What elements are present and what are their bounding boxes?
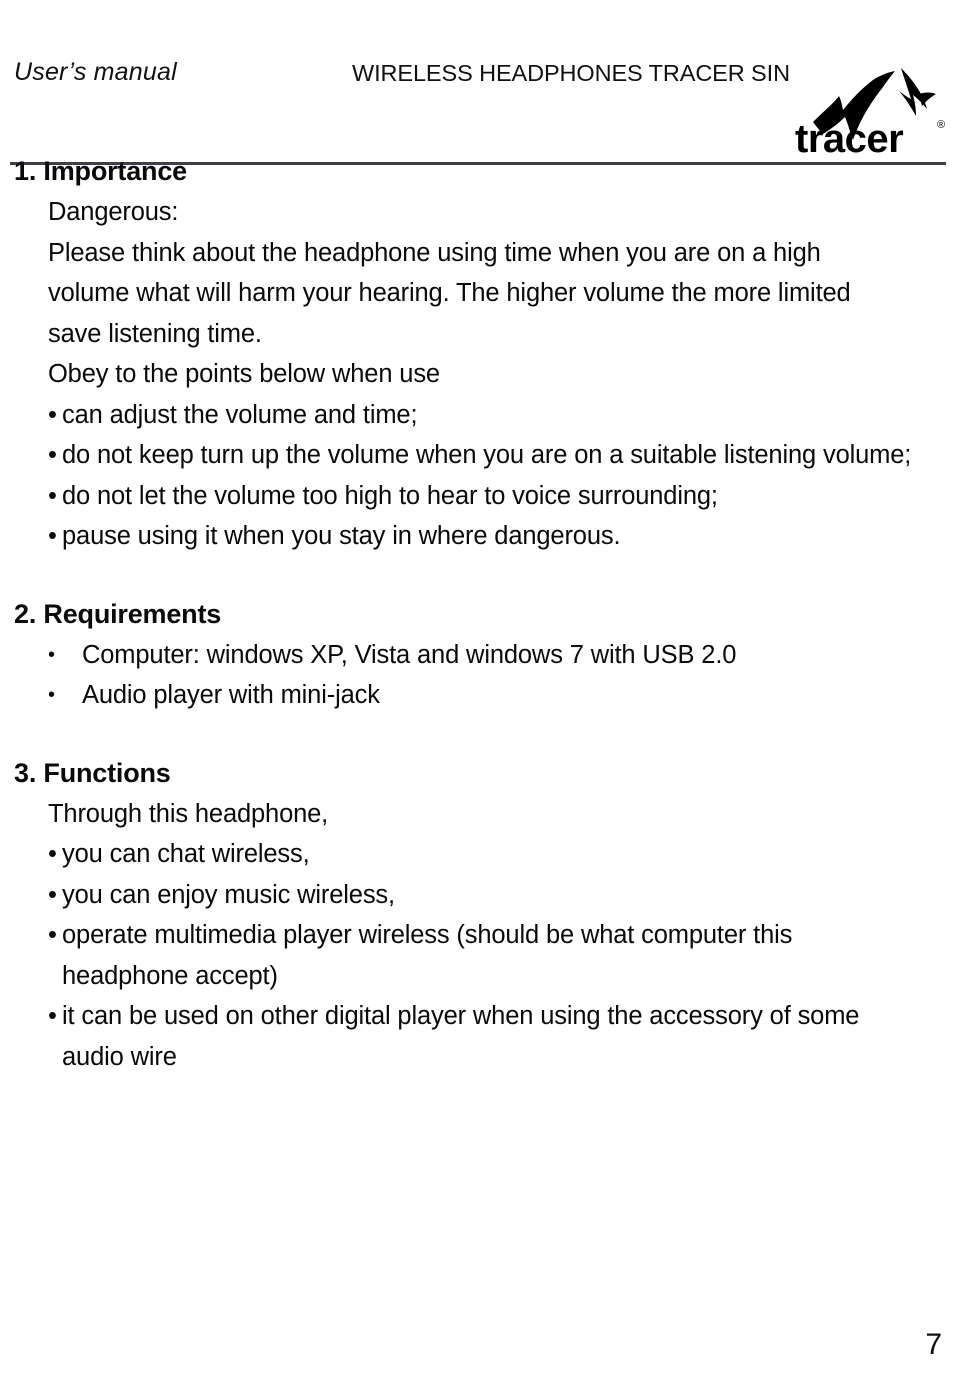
header-product-title: WIRELESS HEADPHONES TRACER SIN — [352, 60, 790, 86]
paragraph-functions-lead-in: Through this headphone, — [48, 799, 329, 828]
header-user-manual-label: User’s manual — [14, 58, 177, 86]
list-item: • operate multimedia player wireless (sh… — [0, 915, 960, 996]
list-item: • do not keep turn up the volume when yo… — [0, 435, 960, 476]
list-item-label: you can chat wireless, — [62, 840, 310, 868]
document-page: User’s manual WIRELESS HEADPHONES TRACER… — [0, 0, 960, 1384]
bullet-icon: • — [48, 921, 57, 949]
bullet-icon: • — [48, 441, 57, 469]
list-item: • Computer: windows XP, Vista and window… — [0, 635, 960, 676]
tracer-logo-svg: tracer ® — [795, 68, 945, 158]
section-heading-requirements: 2. Requirements — [14, 598, 222, 629]
list-item-label: pause using it when you stay in where da… — [62, 522, 621, 550]
page-number: 7 — [925, 1328, 942, 1361]
list-item: • you can chat wireless, — [0, 834, 960, 875]
bullet-icon: • — [48, 684, 55, 706]
bullet-icon: • — [48, 400, 57, 429]
list-item-label: operate multimedia player wireless (shou… — [62, 921, 793, 990]
bullet-icon: • — [48, 481, 57, 510]
subheading-dangerous: Dangerous: — [48, 198, 179, 226]
bullet-icon: • — [48, 522, 57, 550]
list-item-label: do not let the volume too high to hear t… — [62, 481, 718, 510]
list-item-label: Computer: windows XP, Vista and windows … — [82, 640, 737, 669]
bullet-icon: • — [48, 1002, 57, 1030]
tracer-logo: tracer ® — [795, 66, 947, 158]
importance-bullet-list: • can adjust the volume and time; • do n… — [0, 395, 960, 557]
list-item: • do not let the volume too high to hear… — [0, 476, 960, 517]
list-item-label: it can be used on other digital player w… — [62, 1002, 860, 1071]
list-item-label: do not keep turn up the volume when you … — [62, 441, 912, 469]
requirements-bullet-list: • Computer: windows XP, Vista and window… — [0, 635, 960, 716]
functions-bullet-list: • you can chat wireless, • you can enjoy… — [0, 834, 960, 1077]
list-item: • Audio player with mini-jack — [0, 675, 960, 716]
list-item: • pause using it when you stay in where … — [0, 516, 960, 557]
registered-trademark-icon: ® — [937, 119, 945, 131]
section-heading-functions: 3. Functions — [14, 757, 171, 788]
document-header: User’s manual WIRELESS HEADPHONES TRACER… — [0, 58, 960, 165]
paragraph-obey-points-lead-in: Obey to the points below when use — [48, 360, 440, 388]
list-item-label: can adjust the volume and time; — [62, 400, 418, 429]
list-item: • it can be used on other digital player… — [0, 996, 960, 1077]
list-item-label: Audio player with mini-jack — [82, 681, 380, 709]
bullet-icon: • — [48, 880, 57, 909]
paragraph-importance-warning: Please think about the headphone using t… — [48, 238, 851, 348]
bullet-icon: • — [48, 643, 55, 666]
list-item-label: you can enjoy music wireless, — [62, 880, 395, 909]
section-heading-importance: 1. Importance — [14, 156, 187, 186]
list-item: • can adjust the volume and time; — [0, 395, 960, 436]
document-body: 1. Importance Dangerous: Please think ab… — [0, 150, 960, 1077]
bullet-icon: • — [48, 840, 57, 868]
list-item: • you can enjoy music wireless, — [0, 875, 960, 916]
